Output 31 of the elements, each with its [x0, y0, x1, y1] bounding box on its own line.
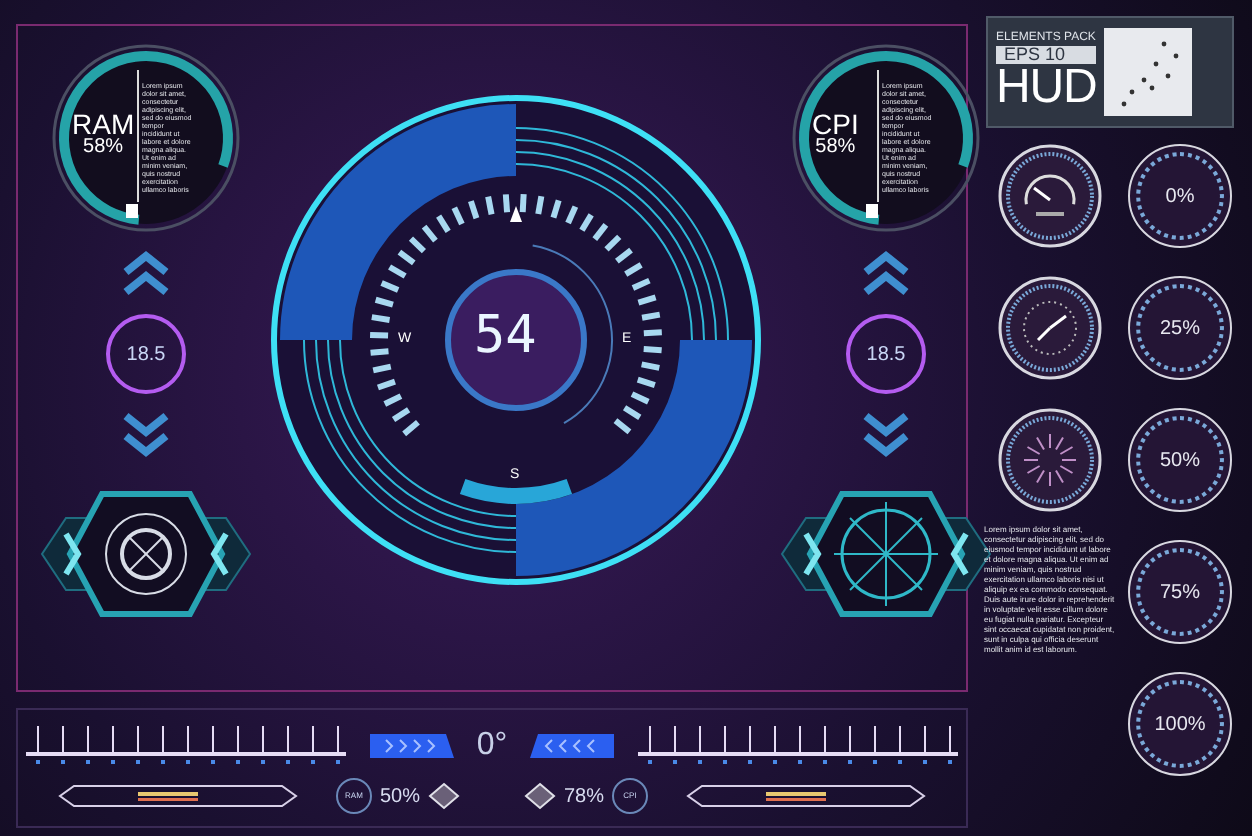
readout-ring: 18.5 [846, 314, 926, 394]
gauge-percent: 58% [83, 138, 124, 158]
percent-ring: 25% [1128, 276, 1232, 380]
logo-title: HUD [996, 64, 1097, 112]
diamond-icon [428, 782, 460, 810]
clock-dial-icon [998, 276, 1102, 380]
bar-value: 50% [379, 783, 420, 811]
percent-ring: 0% [1128, 144, 1232, 248]
chevron-up-icon [860, 250, 912, 298]
right-arrows-bar-icon [369, 734, 454, 758]
diamond-icon [524, 782, 556, 810]
left-arrows-bar-icon [530, 734, 615, 758]
slider-pill-icon [58, 784, 298, 808]
gauge-label: CPI [812, 110, 859, 138]
gauge-percent: 58% [815, 138, 856, 158]
network-pattern-icon [1104, 28, 1193, 116]
gauge-label: RAM [72, 110, 135, 138]
heading-reading: 0° [476, 726, 508, 766]
slider-pill-icon [686, 784, 926, 808]
percent-ring: 100% [1128, 672, 1232, 776]
readout-ring: 18.5 [106, 314, 186, 394]
chevron-down-icon [120, 410, 172, 458]
logo-edition: EPS 10 [996, 46, 1097, 64]
percent-ring: 75% [1128, 540, 1232, 644]
dial-reading: 54 [474, 310, 537, 362]
chevron-down-icon [860, 410, 912, 458]
percent-ring: 50% [1128, 408, 1232, 512]
bar-value: 78% [564, 783, 605, 811]
speedometer-icon [998, 144, 1102, 248]
chevron-up-icon [120, 250, 172, 298]
starburst-icon [998, 408, 1102, 512]
